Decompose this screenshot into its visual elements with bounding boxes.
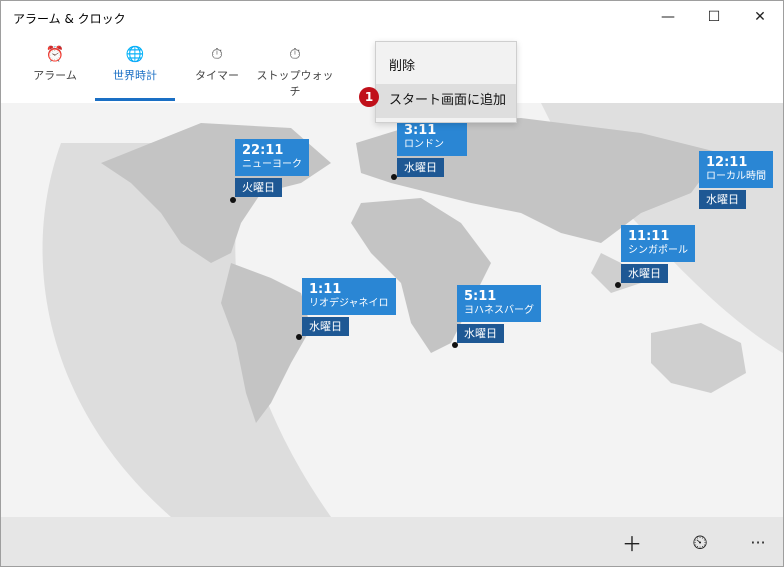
tab-alarm[interactable]: ⏰ アラーム: [27, 45, 83, 101]
clock-card-johannesburg[interactable]: 5:11 ヨハネスバーグ 水曜日: [457, 285, 541, 343]
clock-card-header: 3:11 ロンドン: [397, 119, 467, 156]
active-tab-indicator: [95, 98, 175, 101]
location-dot-rio: [296, 334, 302, 340]
clock-day: 水曜日: [699, 190, 746, 209]
clock-card-london[interactable]: 3:11 ロンドン 水曜日: [397, 119, 467, 177]
australia-shape: [651, 323, 746, 393]
clock-card-local[interactable]: 12:11 ローカル時間 水曜日: [699, 151, 773, 209]
clock-city: ロンドン: [404, 139, 444, 150]
tab-world-clock[interactable]: 🌐 世界時計: [95, 45, 175, 101]
tab-stopwatch-label: ストップウォッチ: [256, 69, 334, 98]
clock-city: ヨハネスバーグ: [464, 305, 534, 316]
clock-city: リオデジャネイロ: [309, 298, 389, 309]
clock-day: 水曜日: [302, 317, 349, 336]
menu-item-pin-to-start[interactable]: スタート画面に追加: [376, 84, 516, 118]
clock-city: シンガポール: [628, 245, 688, 256]
maximize-button[interactable]: ☐: [691, 1, 737, 33]
tab-alarm-label: アラーム: [33, 69, 77, 82]
clock-city: ニューヨーク: [242, 159, 302, 170]
location-dot-new-york: [230, 197, 236, 203]
clock-day: 水曜日: [621, 264, 668, 283]
minimize-button[interactable]: —: [645, 1, 691, 33]
clock-city: ローカル時間: [706, 171, 766, 182]
compare-clock-icon[interactable]: ⏲: [683, 525, 717, 559]
clock-time: 1:11: [309, 282, 342, 297]
title-bar: アラーム & クロック — ☐ ✕: [1, 1, 783, 33]
location-dot-london: [391, 174, 397, 180]
tab-world-clock-label: 世界時計: [113, 69, 157, 82]
tab-timer[interactable]: ⏱ タイマー: [185, 45, 249, 101]
clock-time: 5:11: [464, 289, 497, 304]
clock-card-header: 12:11 ローカル時間: [699, 151, 773, 188]
clock-card-new-york[interactable]: 22:11 ニューヨーク 火曜日: [235, 139, 309, 197]
clock-card-header: 11:11 シンガポール: [621, 225, 695, 262]
clock-card-singapore[interactable]: 11:11 シンガポール 水曜日: [621, 225, 695, 283]
menu-item-delete[interactable]: 削除: [376, 50, 516, 84]
globe-clock-icon: 🌐: [125, 45, 145, 63]
tab-stopwatch[interactable]: ⏱ ストップウォッチ: [253, 45, 337, 101]
clock-card-rio[interactable]: 1:11 リオデジャネイロ 水曜日: [302, 278, 396, 336]
close-button[interactable]: ✕: [737, 1, 783, 33]
context-menu: 削除 スタート画面に追加: [375, 41, 517, 123]
clock-time: 22:11: [242, 143, 284, 158]
clock-card-header: 22:11 ニューヨーク: [235, 139, 309, 176]
stopwatch-icon: ⏱: [289, 45, 301, 63]
location-dot-johannesburg: [452, 342, 458, 348]
clock-day: 水曜日: [397, 158, 444, 177]
more-icon[interactable]: ···: [741, 525, 775, 559]
annotation-marker: 1: [359, 87, 379, 107]
timer-icon: ⏱: [211, 45, 223, 63]
alarm-clock-icon: ⏰: [45, 45, 65, 63]
clock-time: 3:11: [404, 123, 437, 138]
app-window: アラーム & クロック — ☐ ✕ ⏰ アラーム 🌐 世界時計 ⏱ タイマー ⏱…: [0, 0, 784, 567]
clock-card-header: 1:11 リオデジャネイロ: [302, 278, 396, 315]
tab-timer-label: タイマー: [195, 69, 239, 82]
clock-day: 火曜日: [235, 178, 282, 197]
clock-card-header: 5:11 ヨハネスバーグ: [457, 285, 541, 322]
clock-day: 水曜日: [457, 324, 504, 343]
window-title: アラーム & クロック: [13, 12, 126, 26]
clock-time: 12:11: [706, 155, 748, 170]
bottom-app-bar: ＋ ⏲ ···: [1, 517, 783, 566]
add-icon[interactable]: ＋: [615, 525, 649, 559]
clock-time: 11:11: [628, 229, 670, 244]
location-dot-singapore: [615, 282, 621, 288]
